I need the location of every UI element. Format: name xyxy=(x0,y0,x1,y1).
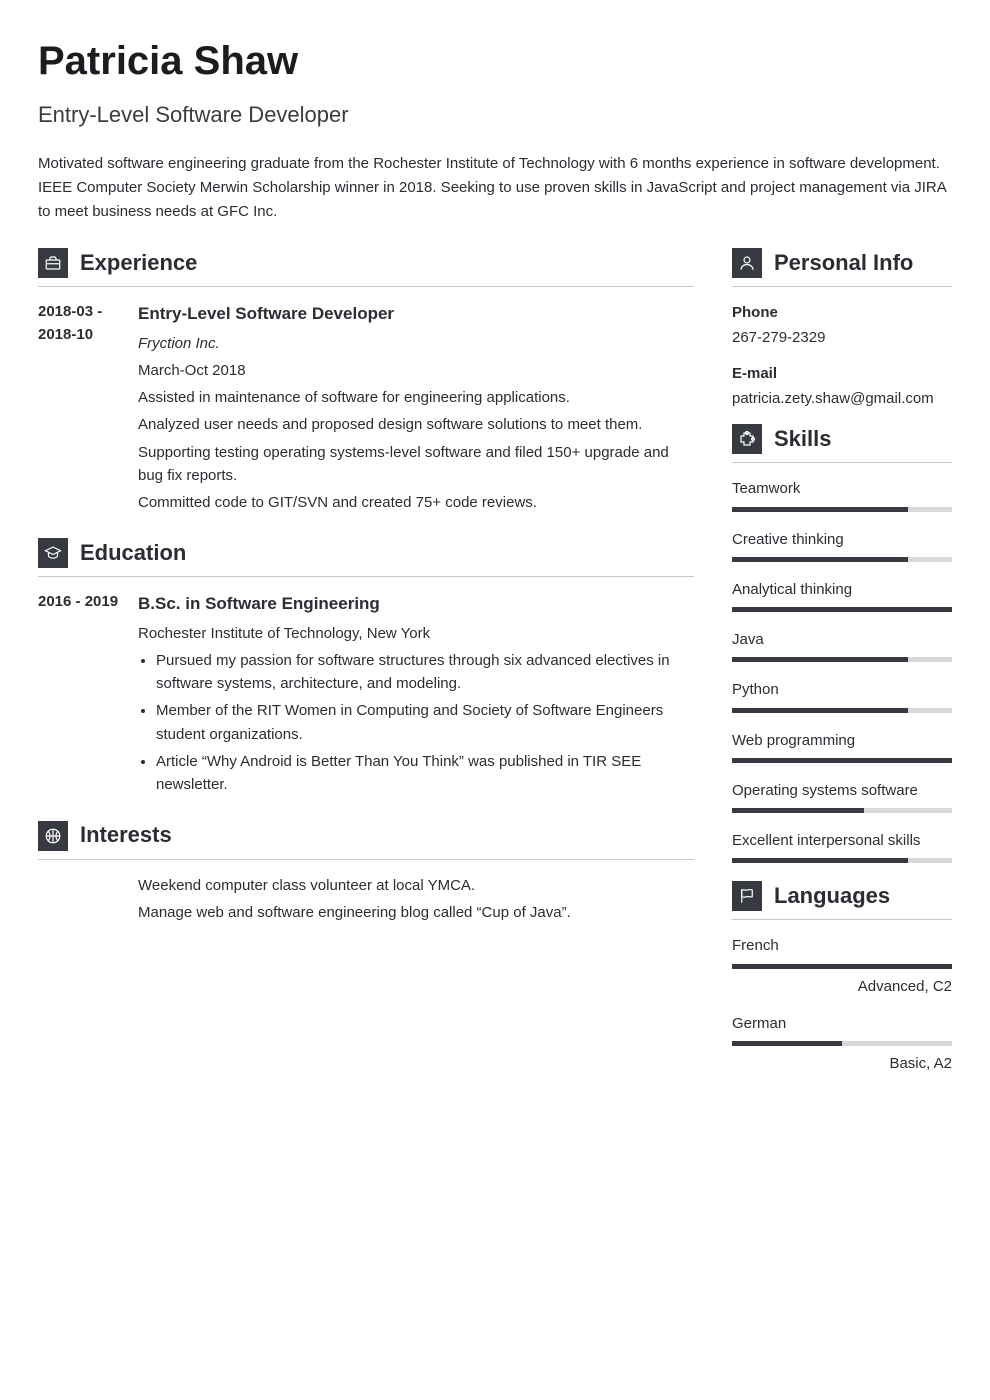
email-label: E-mail xyxy=(732,362,952,385)
interest-line: Weekend computer class volunteer at loca… xyxy=(138,874,694,897)
experience-entry: 2018-03 - 2018-10Entry-Level Software De… xyxy=(38,301,694,518)
education-entry: 2016 - 2019B.Sc. in Software Engineering… xyxy=(38,591,694,800)
language-bar xyxy=(732,1041,952,1046)
main-column: Experience 2018-03 - 2018-10Entry-Level … xyxy=(38,246,694,1089)
education-school: Rochester Institute of Technology, New Y… xyxy=(138,622,694,645)
experience-line: Committed code to GIT/SVN and created 75… xyxy=(138,491,694,514)
experience-header: Experience xyxy=(38,246,694,287)
graduation-cap-icon xyxy=(38,538,68,568)
flag-icon xyxy=(732,881,762,911)
person-icon xyxy=(732,248,762,278)
email-block: E-mail patricia.zety.shaw@gmail.com xyxy=(732,362,952,411)
skill-row: Python xyxy=(732,678,952,712)
resume-summary: Motivated software engineering graduate … xyxy=(38,152,952,224)
skill-label: Web programming xyxy=(732,729,952,752)
resume-name: Patricia Shaw xyxy=(38,30,952,92)
skill-row: Java xyxy=(732,628,952,662)
experience-line: Assisted in maintenance of software for … xyxy=(138,386,694,409)
education-degree: B.Sc. in Software Engineering xyxy=(138,591,694,617)
language-level: Advanced, C2 xyxy=(732,975,952,998)
skill-bar xyxy=(732,808,952,813)
phone-value: 267-279-2329 xyxy=(732,326,952,349)
experience-title: Experience xyxy=(80,246,197,280)
briefcase-icon xyxy=(38,248,68,278)
interests-header: Interests xyxy=(38,818,694,859)
skill-row: Excellent interpersonal skills xyxy=(732,829,952,863)
language-level: Basic, A2 xyxy=(732,1052,952,1075)
interests-entry: Weekend computer class volunteer at loca… xyxy=(38,874,694,929)
skill-row: Analytical thinking xyxy=(732,578,952,612)
language-row: German Basic, A2 xyxy=(732,1012,952,1076)
skill-bar xyxy=(732,858,952,863)
experience-org: Fryction Inc. xyxy=(138,332,694,355)
skill-row: Operating systems software xyxy=(732,779,952,813)
skill-label: Python xyxy=(732,678,952,701)
experience-role: Entry-Level Software Developer xyxy=(138,301,694,327)
skill-label: Java xyxy=(732,628,952,651)
side-column: Personal Info Phone 267-279-2329 E-mail … xyxy=(732,246,952,1089)
phone-block: Phone 267-279-2329 xyxy=(732,301,952,350)
skills-header: Skills xyxy=(732,422,952,463)
personal-info-title: Personal Info xyxy=(774,246,913,280)
skills-title: Skills xyxy=(774,422,831,456)
skill-row: Teamwork xyxy=(732,477,952,511)
skill-label: Creative thinking xyxy=(732,528,952,551)
skill-label: Operating systems software xyxy=(732,779,952,802)
skill-bar xyxy=(732,657,952,662)
education-bullet: Article “Why Android is Better Than You … xyxy=(156,750,694,797)
education-date: 2016 - 2019 xyxy=(38,591,138,800)
skill-bar xyxy=(732,507,952,512)
skill-label: Teamwork xyxy=(732,477,952,500)
experience-line: Supporting testing operating systems-lev… xyxy=(138,441,694,488)
skill-bar xyxy=(732,607,952,612)
language-bar xyxy=(732,964,952,969)
language-row: French Advanced, C2 xyxy=(732,934,952,998)
skill-row: Web programming xyxy=(732,729,952,763)
skill-bar xyxy=(732,557,952,562)
email-value: patricia.zety.shaw@gmail.com xyxy=(732,387,952,410)
experience-line: Analyzed user needs and proposed design … xyxy=(138,413,694,436)
education-bullet: Pursued my passion for software structur… xyxy=(156,649,694,696)
interest-line: Manage web and software engineering blog… xyxy=(138,901,694,924)
experience-daterange: March-Oct 2018 xyxy=(138,359,694,382)
skill-label: Excellent interpersonal skills xyxy=(732,829,952,852)
skill-bar xyxy=(732,758,952,763)
languages-title: Languages xyxy=(774,879,890,913)
education-header: Education xyxy=(38,536,694,577)
education-title: Education xyxy=(80,536,186,570)
experience-date: 2018-03 - 2018-10 xyxy=(38,301,138,518)
languages-header: Languages xyxy=(732,879,952,920)
language-label: German xyxy=(732,1012,952,1035)
phone-label: Phone xyxy=(732,301,952,324)
interests-title: Interests xyxy=(80,818,172,852)
puzzle-icon xyxy=(732,424,762,454)
resume-title: Entry-Level Software Developer xyxy=(38,98,952,132)
skill-label: Analytical thinking xyxy=(732,578,952,601)
personal-info-header: Personal Info xyxy=(732,246,952,287)
skill-row: Creative thinking xyxy=(732,528,952,562)
skill-bar xyxy=(732,708,952,713)
language-label: French xyxy=(732,934,952,957)
education-bullet: Member of the RIT Women in Computing and… xyxy=(156,699,694,746)
basketball-icon xyxy=(38,821,68,851)
